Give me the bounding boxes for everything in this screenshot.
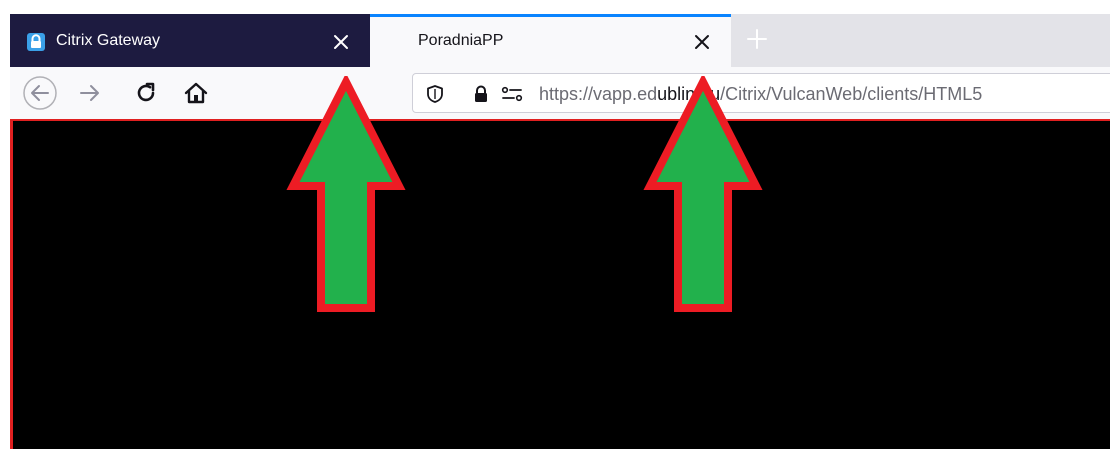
url-host-start: vapp.ed bbox=[593, 84, 658, 104]
tab-poradniapp[interactable]: PoradniaPP bbox=[370, 14, 731, 67]
forward-arrow-icon[interactable] bbox=[76, 79, 104, 107]
page-content-area bbox=[10, 119, 1110, 449]
url-path: /Citrix/VulcanWeb/clients/HTML5 bbox=[720, 84, 983, 104]
nav-toolbar: https://vapp.edublin.eu/Citrix/VulcanWeb… bbox=[10, 67, 1110, 119]
url-text[interactable]: https://vapp.edublin.eu/Citrix/VulcanWeb… bbox=[539, 83, 982, 105]
tab-title: Citrix Gateway bbox=[56, 32, 161, 49]
new-tab-plus-icon[interactable] bbox=[744, 26, 770, 52]
url-host-end: ublin.eu bbox=[657, 84, 721, 104]
tab-strip: Citrix Gateway PoradniaPP bbox=[10, 14, 1110, 67]
browser-window: Citrix Gateway PoradniaPP https://vapp.e… bbox=[10, 14, 1110, 449]
home-icon[interactable] bbox=[182, 79, 210, 107]
tab-citrix-gateway[interactable]: Citrix Gateway bbox=[10, 14, 370, 67]
address-bar[interactable]: https://vapp.edublin.eu/Citrix/VulcanWeb… bbox=[412, 73, 1110, 113]
tab-title: PoradniaPP bbox=[418, 32, 504, 49]
close-tab-icon[interactable] bbox=[330, 31, 352, 53]
citrix-lock-icon bbox=[27, 33, 45, 51]
close-tab-icon[interactable] bbox=[691, 31, 713, 53]
permissions-icon[interactable] bbox=[501, 84, 523, 104]
padlock-icon[interactable] bbox=[471, 84, 491, 104]
tracking-shield-icon[interactable] bbox=[425, 84, 445, 104]
back-arrow-icon[interactable] bbox=[22, 75, 58, 111]
reload-icon[interactable] bbox=[132, 79, 160, 107]
url-prefix: https:// bbox=[539, 84, 594, 104]
